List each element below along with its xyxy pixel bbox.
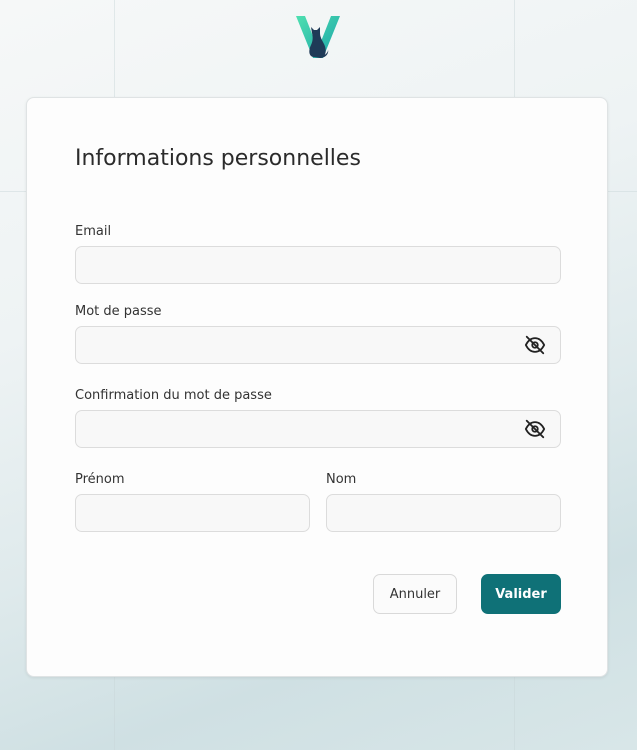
form-title: Informations personnelles: [75, 146, 361, 171]
cancel-button[interactable]: Annuler: [373, 574, 457, 614]
first-name-label: Prénom: [75, 472, 125, 487]
eye-off-icon[interactable]: [524, 334, 546, 356]
first-name-field[interactable]: [75, 494, 310, 532]
password-label: Mot de passe: [75, 304, 162, 319]
personal-info-card: Informations personnelles Email Mot de p…: [26, 97, 608, 677]
eye-off-icon[interactable]: [524, 418, 546, 440]
email-field[interactable]: [75, 246, 561, 284]
password-confirm-field[interactable]: [75, 410, 561, 448]
cat-v-logo: [296, 16, 340, 58]
last-name-field[interactable]: [326, 494, 561, 532]
validate-button[interactable]: Valider: [481, 574, 561, 614]
email-label: Email: [75, 224, 112, 239]
last-name-label: Nom: [326, 472, 357, 487]
password-field[interactable]: [75, 326, 561, 364]
password-confirm-label: Confirmation du mot de passe: [75, 388, 272, 403]
